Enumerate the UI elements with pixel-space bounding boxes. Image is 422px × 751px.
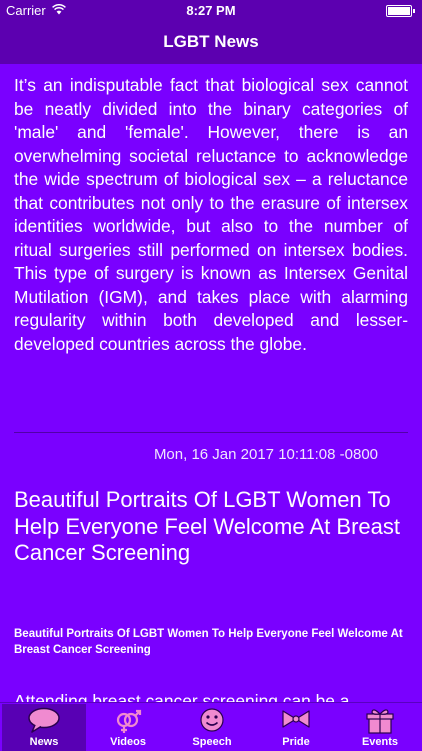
- status-bar: Carrier 8:27 PM: [0, 0, 422, 20]
- tab-label: News: [29, 736, 59, 748]
- nav-bar: LGBT News: [0, 20, 422, 64]
- gift-box-icon: [366, 709, 394, 734]
- article-scroll-view[interactable]: It’s an indisputable fact that biologica…: [0, 64, 422, 702]
- gender-symbols-icon: [116, 709, 142, 733]
- article-summary: It’s an indisputable fact that biologica…: [14, 75, 408, 354]
- article-headline[interactable]: Beautiful Portraits Of LGBT Women To Hel…: [14, 487, 408, 567]
- smiley-face-icon: [200, 708, 224, 732]
- clock: 8:27 PM: [186, 3, 236, 18]
- tab-label: Speech: [192, 736, 232, 748]
- tab-events[interactable]: Events: [338, 704, 422, 751]
- tab-label: Events: [361, 736, 399, 748]
- article-teaser: Attending breast cancer screening can be…: [14, 691, 350, 702]
- page-title: LGBT News: [163, 32, 259, 51]
- speech-bubble-icon: [28, 707, 60, 733]
- tab-bar: News Videos Speech Pride Events: [0, 702, 422, 751]
- tab-news[interactable]: News: [2, 704, 86, 751]
- battery-level: [388, 7, 410, 15]
- tab-speech[interactable]: Speech: [170, 704, 254, 751]
- tab-label: Videos: [110, 736, 146, 748]
- article-subheadline: Beautiful Portraits Of LGBT Women To Hel…: [14, 628, 403, 656]
- battery-icon: [386, 5, 415, 17]
- divider: [14, 432, 408, 433]
- tab-videos[interactable]: Videos: [86, 704, 170, 751]
- tab-label: Pride: [282, 736, 310, 748]
- bow-ribbon-icon: [282, 710, 310, 728]
- article-date: Mon, 16 Jan 2017 10:11:08 -0800: [153, 446, 378, 463]
- tab-pride[interactable]: Pride: [254, 704, 338, 751]
